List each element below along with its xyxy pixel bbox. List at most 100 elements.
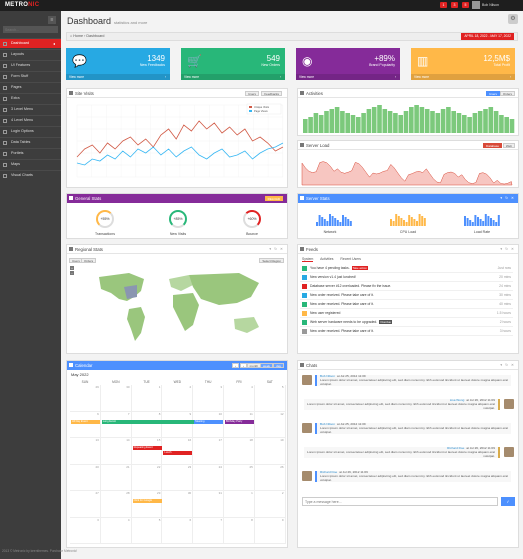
calendar-day-cell[interactable]: 10 — [193, 411, 224, 438]
calendar-event[interactable]: Meeting — [194, 419, 224, 424]
portlet-tools[interactable]: ▾ ↻ ✕ — [269, 245, 284, 254]
avatar[interactable] — [472, 1, 480, 9]
gear-icon[interactable]: ⚙ — [508, 14, 518, 24]
calendar-day-cell[interactable]: 12 — [254, 411, 286, 438]
tab-system[interactable]: System — [302, 257, 314, 262]
calendar-event[interactable]: Birthday Party — [225, 419, 254, 424]
sidebar-item-3-level-menu[interactable]: 3 Level Menu — [0, 104, 61, 114]
sidebar-item-ui-features[interactable]: UI Features — [0, 60, 61, 70]
list-item[interactable]: New user registered 1.5 hours — [300, 310, 513, 318]
calendar-day-cell[interactable]: 25 — [224, 464, 255, 491]
calendar-event[interactable]: Repeating Event — [132, 446, 162, 450]
calendar-day-cell[interactable]: 9 — [162, 411, 194, 438]
calendar-day-cell[interactable]: 3 — [70, 517, 101, 544]
calendar-day-cell[interactable]: 1 — [131, 385, 163, 412]
database-button[interactable]: Database — [483, 143, 502, 148]
sidebar-item-portlets[interactable]: Portlets — [0, 148, 61, 158]
inbox-badge[interactable]: 3 — [451, 2, 458, 8]
calendar-day-cell[interactable]: 5 — [131, 517, 163, 544]
sidebar-item-dashboard[interactable]: Dashboard ◂ — [0, 38, 61, 48]
list-item[interactable]: Database server #12 overloaded. Please f… — [300, 283, 513, 291]
users-button[interactable]: Users — [245, 91, 259, 96]
calendar-day-cell[interactable]: 21 — [100, 464, 132, 491]
portlet-tools[interactable]: ▾ ↻ ✕ — [500, 194, 515, 203]
calendar-day-cell[interactable]: 29 — [131, 491, 163, 518]
sidebar-item-visual-charts[interactable]: Visual Charts — [0, 170, 61, 180]
sidebar-item-data-tables[interactable]: Data Tables — [0, 137, 61, 147]
region-select[interactable]: Select Region — [259, 258, 284, 263]
stat-tile[interactable]: 🛒 549 New Orders View more › — [181, 48, 285, 80]
calendar-day-cell[interactable]: 31 — [193, 491, 224, 518]
list-item[interactable]: Web server hardware needs to be upgraded… — [300, 319, 513, 327]
calendar-day-cell[interactable]: 6 — [70, 411, 101, 438]
zoom-in-button[interactable]: + — [70, 266, 74, 270]
notifications-badge[interactable]: 1 — [440, 2, 447, 8]
send-button[interactable]: ✓ — [501, 497, 515, 506]
calendar-day-cell[interactable]: 23 — [162, 464, 194, 491]
sidebar-item-login-options[interactable]: Login Options — [0, 126, 61, 136]
calendar-day-cell[interactable]: 18 — [224, 438, 255, 465]
tab-activities[interactable]: Activities — [320, 257, 333, 261]
feed-action-badge[interactable]: Overdue — [379, 320, 392, 324]
feed-action-badge[interactable]: Take action — [351, 266, 368, 270]
user-name[interactable]: Bob Nilson — [482, 3, 499, 7]
calendar-day-cell[interactable]: 4 — [224, 385, 255, 412]
calendar-event[interactable]: Lunch — [163, 451, 193, 455]
reload-button[interactable]: RELOAD — [264, 196, 283, 201]
sidebar-item-form-stuff[interactable]: Form Stuff — [0, 71, 61, 81]
sidebar-item-pages[interactable]: Pages — [0, 82, 61, 92]
date-range-button[interactable]: APRIL 18, 2022 - MAY 17, 2022 — [461, 33, 514, 40]
day-view-button[interactable]: day — [273, 363, 284, 368]
zoom-out-button[interactable]: − — [70, 271, 74, 275]
list-item[interactable]: New version v1.4 just lunched! 20 mins — [300, 274, 513, 282]
calendar-day-cell[interactable]: 19 — [254, 438, 286, 465]
sidebar-item-extra[interactable]: Extra — [0, 93, 61, 103]
calendar-day-cell[interactable]: 3 — [193, 385, 224, 412]
calendar-day-cell[interactable]: 22 — [131, 464, 163, 491]
breadcrumb-home[interactable]: Home — [73, 34, 83, 38]
view-more-link[interactable]: View more › — [411, 74, 515, 80]
calendar-event[interactable]: Long Event — [101, 419, 195, 424]
calendar-event[interactable]: All Day Event — [71, 419, 100, 424]
calendar-day-cell[interactable]: 1 — [224, 491, 255, 518]
calendar-day-cell[interactable]: 4 — [100, 517, 132, 544]
chat-input[interactable] — [302, 497, 498, 506]
calendar-day-cell[interactable]: 15 — [131, 438, 163, 465]
feedbacks-button[interactable]: Feedbacks — [261, 91, 282, 96]
tab-recent-users[interactable]: Recent Users — [340, 257, 361, 261]
calendar-day-cell[interactable]: 28 — [100, 491, 132, 518]
list-item[interactable]: New order received. Please take care of … — [300, 301, 513, 309]
month-view-button[interactable]: month — [246, 363, 261, 368]
list-item[interactable]: New order received. Please take care of … — [300, 328, 513, 336]
stat-tile[interactable]: ◉ +89% Brand Popularity View more › — [296, 48, 400, 80]
sidebar-item-layouts[interactable]: Layouts — [0, 49, 61, 59]
logo[interactable]: METRONIC — [5, 2, 39, 8]
orders-button[interactable]: Orders — [499, 91, 515, 96]
calendar-day-cell[interactable]: 7 — [193, 517, 224, 544]
calendar-day-cell[interactable]: 9 — [254, 517, 286, 544]
sidebar-item-maps[interactable]: Maps — [0, 159, 61, 169]
calendar-day-cell[interactable]: 17 — [193, 438, 224, 465]
portlet-tools[interactable]: ▾ ↻ ✕ — [500, 245, 515, 254]
calendar-day-cell[interactable]: 2 — [254, 491, 286, 518]
calendar-day-cell[interactable]: 14 — [100, 438, 132, 465]
calendar-event[interactable]: Click for Google — [132, 499, 162, 503]
orders-tab[interactable]: Orders — [81, 258, 97, 263]
sidebar-item-4-level-menu[interactable]: 4 Level Menu — [0, 115, 61, 125]
prev-button[interactable]: ‹ — [232, 363, 239, 368]
list-item[interactable]: New order received. Please take care of … — [300, 292, 513, 300]
calendar-day-cell[interactable]: 20 — [70, 464, 101, 491]
calendar-day-cell[interactable]: 24 — [193, 464, 224, 491]
week-view-button[interactable]: week — [259, 363, 273, 368]
calendar-day-cell[interactable]: 8 — [224, 517, 255, 544]
view-more-link[interactable]: View more › — [296, 74, 400, 80]
view-more-link[interactable]: View more › — [66, 74, 170, 80]
calendar-day-cell[interactable]: 11 — [224, 411, 255, 438]
calendar-day-cell[interactable]: 6 — [162, 517, 194, 544]
calendar-day-cell[interactable]: 7 — [100, 411, 132, 438]
world-map[interactable] — [89, 269, 269, 349]
search-input[interactable] — [3, 26, 58, 33]
calendar-day-cell[interactable]: 13 — [70, 438, 101, 465]
calendar-day-cell[interactable]: 30 — [162, 491, 194, 518]
calendar-day-cell[interactable]: 5 — [254, 385, 286, 412]
